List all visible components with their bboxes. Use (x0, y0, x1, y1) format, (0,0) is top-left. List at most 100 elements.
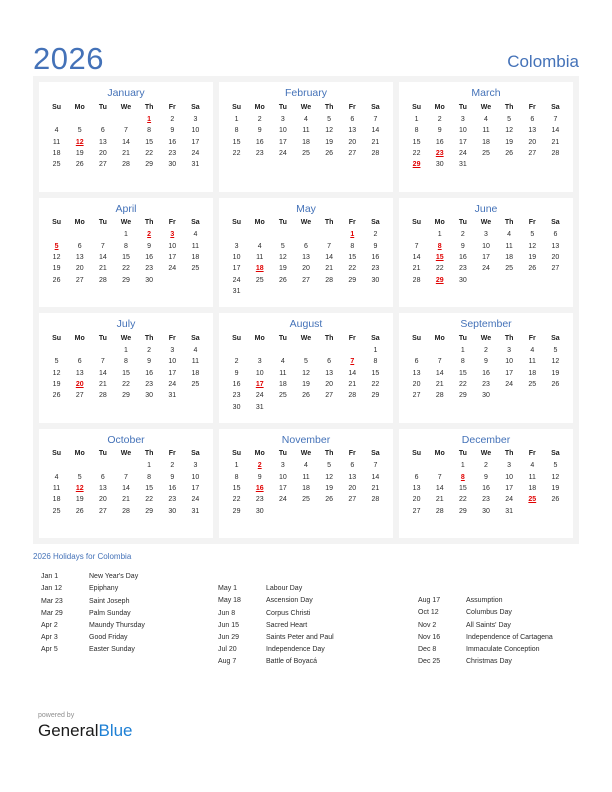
day-cell: 7 (373, 462, 378, 470)
day-cell: 9 (170, 127, 175, 135)
holiday-date: Dec 25 (418, 657, 441, 665)
month-name: December (461, 433, 511, 446)
day-cell: 28 (98, 392, 107, 400)
holiday-name: Saint Joseph (89, 597, 130, 605)
weekday-header-row: Su Mo Tu We Th Fr Sa (45, 334, 207, 344)
day-cell: 27 (348, 149, 357, 157)
holiday-list-item: Apr 3 Good Friday (41, 632, 218, 644)
day-cell-empty (428, 345, 451, 356)
month-name: August (289, 318, 323, 330)
weekday-label-sa: Sa (191, 334, 200, 342)
weekday-label-tu: Tu (98, 334, 107, 342)
day-cell: 22 (145, 496, 154, 504)
month-card-august: August Su Mo Tu We Th Fr Sa 1 2 3 4 5 6 7 8 9 10 11 12 13 14 1… (219, 313, 393, 423)
day-cell: 27 (75, 392, 84, 400)
page-header: 2026 Colombia (33, 30, 579, 74)
day-cell: 10 (458, 127, 467, 135)
day-cell-holiday: 8 (460, 473, 465, 481)
day-cell: 10 (191, 473, 200, 481)
page-title-country: Colombia (507, 52, 579, 71)
day-cell: 12 (551, 358, 560, 366)
day-cell: 12 (528, 242, 537, 250)
day-cell: 23 (255, 149, 264, 157)
day-cell-empty (68, 229, 91, 240)
day-cell: 23 (371, 265, 380, 273)
day-cell: 2 (257, 115, 262, 123)
day-cell-holiday: 29 (412, 161, 421, 169)
day-cell-empty (248, 345, 271, 356)
day-cell-empty (294, 345, 317, 356)
day-cell: 16 (482, 485, 490, 493)
day-cell: 7 (437, 473, 442, 481)
day-cell: 4 (530, 346, 535, 354)
holiday-name: Columbus Day (466, 609, 512, 617)
day-cell: 1 (147, 462, 152, 470)
holiday-list-item: Apr 2 Maundy Thursday (41, 620, 218, 632)
day-cell: 24 (191, 496, 200, 504)
day-cell: 30 (255, 507, 264, 515)
day-cell: 10 (278, 127, 287, 135)
weekday-label-th: Th (144, 450, 154, 458)
day-cell: 15 (145, 138, 154, 146)
day-cell: 4 (54, 473, 59, 481)
days-grid: 1 2 3 4 5 6 7 8 9 10 11 12 13 14 15 16 17 18 19 20 21 22 23 24 2… (405, 229, 567, 286)
days-grid: 1 2 3 4 5 6 7 8 9 10 11 12 13 14 15 16 17 18 19 20 21 22 23 24 2… (225, 345, 387, 413)
day-cell: 3 (507, 462, 512, 470)
day-cell: 5 (530, 231, 535, 239)
day-cell-holiday: 12 (75, 485, 84, 493)
weekday-label-su: Su (232, 334, 242, 342)
day-cell-empty (318, 345, 341, 356)
day-cell: 15 (458, 369, 467, 377)
day-cell: 1 (234, 462, 239, 470)
day-cell-holiday: 1 (350, 231, 355, 239)
day-cell: 11 (279, 369, 287, 377)
day-cell: 3 (460, 115, 465, 123)
day-cell: 8 (350, 242, 355, 250)
day-cell: 4 (304, 462, 308, 470)
days-grid: 1 2 3 4 5 6 7 8 9 10 11 12 13 14 15 16 17 18 19 20 21 22 23 24 2… (225, 114, 387, 160)
day-cell: 6 (100, 473, 105, 481)
day-cell: 2 (147, 346, 152, 354)
weekday-header-row: Su Mo Tu We Th Fr Sa (225, 218, 387, 228)
weekday-header-row: Su Mo Tu We Th Fr Sa (405, 218, 567, 228)
weekday-label-mo: Mo (74, 450, 85, 458)
day-cell: 3 (193, 115, 198, 123)
month-card-december: December Su Mo Tu We Th Fr Sa 1 2 3 4 5 6 7 8 9 10 11 12 13 1… (399, 428, 573, 538)
day-cell: 9 (484, 473, 488, 481)
day-cell: 15 (348, 254, 357, 262)
holiday-name: Battle of Boyacá (266, 657, 317, 665)
weekday-label-th: Th (324, 219, 334, 227)
days-grid: 1 2 3 4 5 6 7 8 9 10 11 12 13 14 15 16 17 18 19 20 21 22 23 24 2… (45, 345, 207, 402)
day-cell: 28 (371, 149, 380, 157)
day-cell: 18 (191, 254, 200, 262)
day-cell: 18 (528, 485, 537, 493)
day-cell: 9 (147, 242, 152, 250)
day-cell: 1 (414, 115, 419, 123)
weekday-label-th: Th (144, 219, 154, 227)
day-cell: 5 (54, 358, 59, 366)
day-cell: 21 (435, 496, 444, 504)
day-cell-empty (91, 229, 114, 240)
day-cell: 2 (437, 115, 442, 123)
day-cell: 6 (77, 358, 82, 366)
day-cell: 24 (278, 149, 287, 157)
weekday-label-su: Su (412, 219, 422, 227)
day-cell: 6 (530, 115, 535, 123)
day-cell: 10 (278, 473, 287, 481)
month-card-march: March Su Mo Tu We Th Fr Sa 1 2 3 4 5 6 7 8 9 10 11 12 13 14 15… (399, 82, 573, 192)
day-cell: 2 (484, 462, 488, 470)
holiday-name: Christmas Day (466, 657, 512, 665)
day-cell: 14 (412, 254, 421, 262)
day-cell: 23 (255, 496, 264, 504)
day-cell: 15 (412, 138, 421, 146)
day-cell: 7 (553, 115, 558, 123)
day-cell: 10 (168, 242, 177, 250)
day-cell: 19 (302, 380, 310, 388)
holiday-name: Labour Day (266, 585, 303, 593)
weekday-label-fr: Fr (528, 450, 536, 458)
day-cell: 25 (302, 149, 310, 157)
day-cell: 28 (371, 496, 380, 504)
month-name: September (460, 318, 512, 330)
weekday-label-fr: Fr (168, 103, 176, 111)
day-cell: 9 (147, 358, 152, 366)
